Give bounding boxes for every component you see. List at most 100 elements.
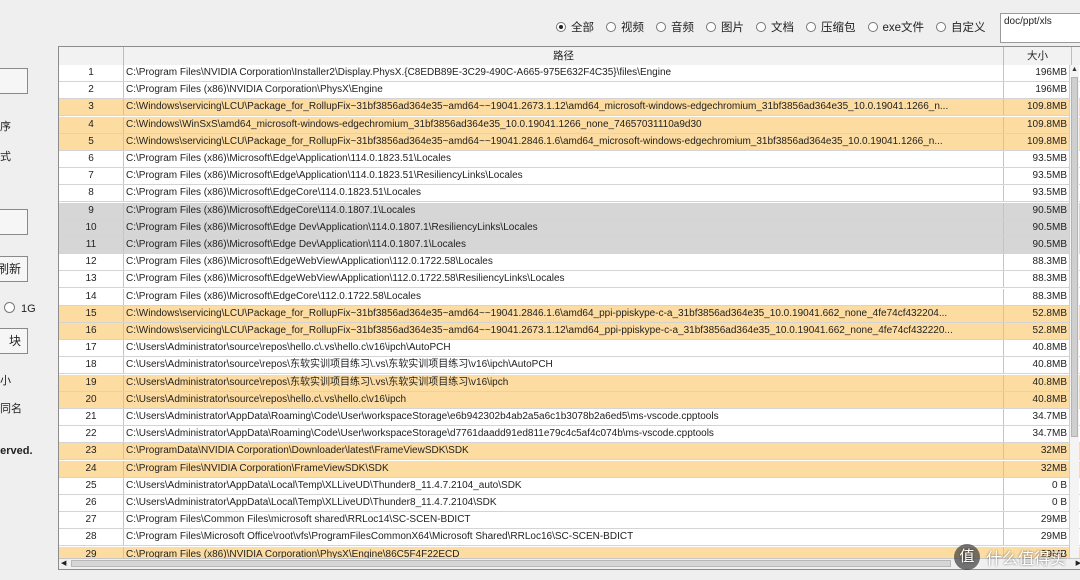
table-row[interactable]: 28 C:\Program Files\Microsoft Office\root…: [59, 529, 1080, 547]
row-path: C:\Program Files (x86)\Microsoft\EdgeWeb…: [124, 271, 1004, 288]
header-path[interactable]: 路径: [124, 47, 1004, 65]
table-row[interactable]: 24 C:\Program Files\NVIDIA Corporation\Fr…: [59, 460, 1080, 478]
radio-circle-icon[interactable]: [706, 22, 716, 32]
row-index: 6: [59, 151, 124, 167]
row-path: C:\Users\Administrator\source\repos\东软实训…: [124, 357, 1004, 374]
table-row[interactable]: 10 C:\Program Files (x86)\Microsoft\Edge …: [59, 219, 1080, 237]
custom-extension-input[interactable]: doc/ppt/xls: [1000, 13, 1080, 43]
table-row[interactable]: 11 C:\Program Files (x86)\Microsoft\Edge …: [59, 237, 1080, 254]
row-index: 10: [59, 219, 124, 236]
row-index: 16: [59, 323, 124, 339]
scroll-left-arrow-icon[interactable]: ◀: [61, 559, 66, 569]
radio-circle-icon[interactable]: [806, 22, 816, 32]
filter-radio-label: 全部: [571, 22, 594, 34]
row-path: C:\Users\Administrator\source\repos\hell…: [124, 391, 1004, 408]
row-size: 34.7MB: [1004, 409, 1072, 425]
table-row[interactable]: 18 C:\Users\Administrator\source\repos\东软…: [59, 357, 1080, 375]
row-path: C:\Program Files (x86)\Microsoft\Edge\Ap…: [124, 151, 1004, 167]
table-row[interactable]: 26 C:\Users\Administrator\AppData\Local\T…: [59, 495, 1080, 512]
row-path: C:\Program Files (x86)\Microsoft\Edge\Ap…: [124, 168, 1004, 185]
radio-circle-icon[interactable]: [606, 22, 616, 32]
left-radio-1g[interactable]: 1G: [4, 302, 36, 315]
row-size: 90.5MB: [1004, 237, 1072, 253]
table-row[interactable]: 21 C:\Users\Administrator\AppData\Roaming…: [59, 409, 1080, 426]
row-index: 8: [59, 185, 124, 202]
left-label: 小: [0, 375, 11, 387]
row-index: 26: [59, 495, 124, 511]
row-size: 196MB: [1004, 82, 1072, 99]
table-row[interactable]: 9 C:\Program Files (x86)\Microsoft\EdgeCo…: [59, 202, 1080, 220]
filter-radio-2[interactable]: 音频: [656, 19, 694, 35]
table-row[interactable]: 4 C:\Windows\WinSxS\amd64_microsoft-windo…: [59, 116, 1080, 134]
table-row[interactable]: 16 C:\Windows\servicing\LCU\Package_for_R…: [59, 323, 1080, 340]
radio-circle-icon[interactable]: [756, 22, 766, 32]
filter-radio-5[interactable]: 压缩包: [806, 19, 856, 35]
header-index[interactable]: [59, 47, 124, 65]
row-index: 14: [59, 288, 124, 305]
table-row[interactable]: 17 C:\Users\Administrator\source\repos\he…: [59, 340, 1080, 358]
table-row[interactable]: 2 C:\Program Files (x86)\NVIDIA Corporati…: [59, 82, 1080, 100]
table-row[interactable]: 25 C:\Users\Administrator\AppData\Local\T…: [59, 477, 1080, 495]
left-button-7[interactable]: 块: [0, 328, 28, 354]
row-index: 24: [59, 460, 124, 477]
row-index: 25: [59, 477, 124, 494]
row-path: C:\Windows\WinSxS\amd64_microsoft-window…: [124, 116, 1004, 133]
row-path: C:\Users\Administrator\source\repos\hell…: [124, 340, 1004, 357]
filter-radio-0[interactable]: 全部: [556, 19, 594, 35]
table-row[interactable]: 19 C:\Users\Administrator\source\repos\东软…: [59, 374, 1080, 392]
radio-circle-icon[interactable]: [656, 22, 666, 32]
table-row[interactable]: 6 C:\Program Files (x86)\Microsoft\Edge\A…: [59, 151, 1080, 168]
row-path: C:\Program Files (x86)\Microsoft\EdgeCor…: [124, 185, 1004, 202]
table-row[interactable]: 27 C:\Program Files\Common Files\microsof…: [59, 512, 1080, 530]
table-row[interactable]: 8 C:\Program Files (x86)\Microsoft\EdgeCo…: [59, 185, 1080, 203]
table-row[interactable]: 7 C:\Program Files (x86)\Microsoft\Edge\A…: [59, 168, 1080, 186]
horizontal-scroll-thumb[interactable]: [71, 560, 951, 567]
row-index: 9: [59, 202, 124, 219]
row-size: 40.8MB: [1004, 374, 1072, 391]
row-size: 40.8MB: [1004, 357, 1072, 374]
left-radio-label: 1G: [21, 303, 36, 315]
row-size: 109.8MB: [1004, 133, 1072, 150]
table-row[interactable]: 14 C:\Program Files (x86)\Microsoft\EdgeC…: [59, 288, 1080, 306]
table-row[interactable]: 1 C:\Program Files\NVIDIA Corporation\Ins…: [59, 65, 1080, 82]
vertical-scrollbar[interactable]: ▲: [1069, 65, 1079, 561]
table-row[interactable]: 13 C:\Program Files (x86)\Microsoft\EdgeW…: [59, 271, 1080, 289]
left-button-1[interactable]: [0, 68, 28, 94]
radio-circle-icon[interactable]: [867, 22, 878, 32]
row-index: 4: [59, 116, 124, 133]
table-row[interactable]: 23 C:\ProgramData\NVIDIA Corporation\Down…: [59, 443, 1080, 461]
filter-radio-3[interactable]: 图片: [706, 19, 744, 35]
vertical-scroll-thumb[interactable]: [1071, 77, 1078, 437]
row-path: C:\Program Files\NVIDIA Corporation\Fram…: [124, 460, 1004, 477]
filter-radio-7[interactable]: 自定义: [936, 19, 986, 35]
row-index: 28: [59, 529, 124, 546]
row-size: 88.3MB: [1004, 288, 1072, 305]
row-path: C:\Windows\servicing\LCU\Package_for_Rol…: [124, 323, 1004, 339]
row-index: 19: [59, 374, 124, 391]
table-row[interactable]: 20 C:\Users\Administrator\source\repos\he…: [59, 391, 1080, 409]
left-label: 式: [0, 151, 11, 163]
radio-circle-icon[interactable]: [4, 302, 15, 313]
left-label: served.: [0, 445, 33, 457]
horizontal-scrollbar[interactable]: ◀ ▶: [59, 558, 1080, 569]
filter-radio-label: 文档: [771, 22, 794, 34]
left-button-5[interactable]: 刷新: [0, 256, 28, 282]
filter-radio-1[interactable]: 视频: [606, 19, 644, 35]
header-size[interactable]: 大小: [1004, 47, 1072, 65]
table-row[interactable]: 12 C:\Program Files (x86)\Microsoft\EdgeW…: [59, 254, 1080, 272]
table-row[interactable]: 3 C:\Windows\servicing\LCU\Package_for_Ro…: [59, 99, 1080, 117]
scroll-right-arrow-icon[interactable]: ▶: [1076, 559, 1080, 569]
filter-radio-4[interactable]: 文档: [756, 19, 794, 35]
radio-circle-icon[interactable]: [556, 22, 566, 32]
table-row[interactable]: 15 C:\Windows\servicing\LCU\Package_for_R…: [59, 305, 1080, 323]
radio-circle-icon[interactable]: [936, 22, 947, 32]
row-index: 15: [59, 305, 124, 322]
filter-radio-6[interactable]: exe文件: [867, 19, 924, 35]
row-index: 12: [59, 254, 124, 271]
table-row[interactable]: 5 C:\Windows\servicing\LCU\Package_for_Ro…: [59, 133, 1080, 151]
scroll-up-arrow-icon[interactable]: ▲: [1070, 65, 1079, 75]
table-row[interactable]: 22 C:\Users\Administrator\AppData\Roaming…: [59, 426, 1080, 444]
left-button-2[interactable]: [0, 209, 28, 235]
left-label: 同名: [0, 403, 22, 415]
row-path: C:\Users\Administrator\AppData\Roaming\C…: [124, 426, 1004, 443]
